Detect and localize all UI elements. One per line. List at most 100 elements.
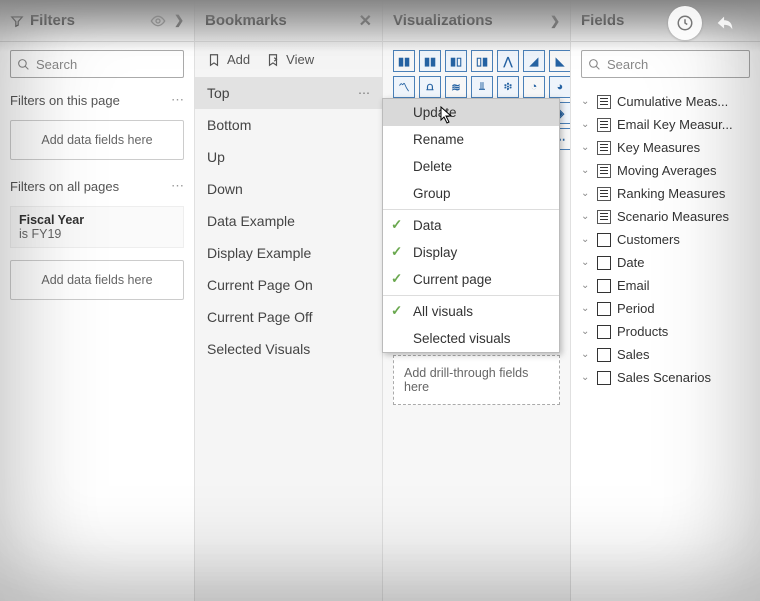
filter-card[interactable]: Fiscal Year is FY19 [10, 206, 184, 248]
field-name: Email Key Measur... [617, 117, 750, 132]
history-icon[interactable] [668, 6, 702, 40]
viz-type-col[interactable]: ▮▮ [419, 50, 441, 72]
viz-type-area[interactable]: ◢ [523, 50, 545, 72]
drill-well[interactable]: Add drill-through fields here [393, 355, 560, 405]
menu-item-label: All visuals [413, 304, 473, 319]
menu-item-selected-visuals[interactable]: Selected visuals [383, 325, 559, 352]
filters-search-input[interactable]: Search [10, 50, 184, 78]
bookmark-item[interactable]: Top⋯ [195, 77, 382, 109]
eye-icon[interactable] [150, 13, 166, 29]
menu-item-display[interactable]: ✓Display [383, 239, 559, 266]
chevron-down-icon: ⌄ [581, 326, 591, 337]
field-name: Cumulative Meas... [617, 94, 750, 109]
measure-group-icon [597, 118, 611, 132]
bookmark-item[interactable]: Down [195, 173, 382, 205]
viz-type-sar[interactable]: ◣ [549, 50, 571, 72]
chevron-down-icon: ⌄ [581, 142, 591, 153]
collapse-icon[interactable]: ❯ [550, 14, 560, 28]
menu-item-update[interactable]: Update [383, 99, 559, 126]
menu-item-all-visuals[interactable]: ✓ All visuals [383, 298, 559, 325]
bookmark-item[interactable]: Current Page On [195, 269, 382, 301]
field-table-row[interactable]: ⌄Period [571, 297, 760, 320]
bookmark-item[interactable]: Current Page Off [195, 301, 382, 333]
filters-this-page-well[interactable]: Add data fields here [10, 120, 184, 160]
viz-title: Visualizations [393, 12, 493, 29]
bookmark-label: Display Example [207, 245, 311, 261]
measure-group-icon [597, 141, 611, 155]
menu-item-label: Delete [413, 159, 452, 174]
viz-type-pie[interactable]: ◔ [523, 76, 545, 98]
field-table-row[interactable]: ⌄Scenario Measures [571, 205, 760, 228]
viz-type-arl[interactable]: ⩍ [419, 76, 441, 98]
more-icon[interactable]: ⋯ [171, 178, 184, 194]
filter-icon [10, 14, 24, 28]
field-name: Moving Averages [617, 163, 750, 178]
bookmark-item[interactable]: Data Example [195, 205, 382, 237]
bookmark-item[interactable]: Up [195, 141, 382, 173]
fields-search-input[interactable]: Search [581, 50, 750, 78]
field-table-row[interactable]: ⌄ Cumulative Meas... [571, 90, 760, 113]
share-icon[interactable] [708, 6, 742, 40]
viz-type-don[interactable]: ◕ [549, 76, 571, 98]
viz-type-lin2[interactable]: 〽 [393, 76, 415, 98]
viz-type-wat[interactable]: ⫫ [471, 76, 493, 98]
viz-type-line[interactable]: ⋀ [497, 50, 519, 72]
menu-item-data[interactable]: ✓Data [383, 212, 559, 239]
chevron-down-icon: ⌄ [581, 119, 591, 130]
bookmark-item[interactable]: Selected Visuals [195, 333, 382, 365]
menu-item-label: Current page [413, 272, 492, 287]
bookmarks-pane: Bookmarks ✕ Add View Top⋯BottomUpDownDat… [195, 0, 383, 601]
bookmarks-view-button[interactable]: View [266, 52, 314, 67]
menu-item-group[interactable]: Group [383, 180, 559, 207]
filters-all-pages-well[interactable]: Add data fields here [10, 260, 184, 300]
table-icon [597, 233, 611, 247]
table-icon [597, 279, 611, 293]
menu-item-rename[interactable]: Rename [383, 126, 559, 153]
field-table-row[interactable]: ⌄Sales [571, 343, 760, 366]
fields-pane: Fields Search ⌄Cumulative Meas...⌄Email … [571, 0, 760, 601]
check-icon: ✓ [391, 303, 402, 319]
field-name: Email [617, 278, 750, 293]
field-table-row[interactable]: ⌄ Date [571, 251, 760, 274]
bookmarks-list: Top⋯BottomUpDownData Example Display Exam… [195, 77, 382, 365]
field-table-row[interactable]: ⌄Sales Scenarios [571, 366, 760, 389]
viz-type-rib[interactable]: ≋ [445, 76, 467, 98]
field-table-row[interactable]: ⌄ Ranking Measures [571, 182, 760, 205]
chevron-down-icon: ⌄ [581, 188, 591, 199]
chevron-down-icon: ⌄ [581, 96, 591, 107]
measure-group-icon [597, 187, 611, 201]
field-table-row[interactable]: ⌄ Key Measures [571, 136, 760, 159]
chevron-down-icon: ⌄ [581, 211, 591, 222]
bookmark-item[interactable]: Bottom [195, 109, 382, 141]
field-name: Key Measures [617, 140, 750, 155]
menu-item-delete[interactable]: Delete [383, 153, 559, 180]
field-name: Date [617, 255, 750, 270]
field-table-row[interactable]: ⌄ Moving Averages [571, 159, 760, 182]
menu-item-label: Update [413, 105, 457, 120]
viz-type-bar[interactable]: ▮▮ [393, 50, 415, 72]
bookmarks-add-button[interactable]: Add [207, 52, 250, 67]
more-icon[interactable]: ⋯ [171, 92, 184, 108]
field-table-row[interactable]: ⌄Products [571, 320, 760, 343]
check-icon: ✓ [391, 271, 402, 287]
more-icon[interactable]: ⋯ [358, 86, 370, 100]
viz-type-sca[interactable]: ፨ [497, 76, 519, 98]
filter-card-value: is FY19 [19, 227, 175, 241]
field-table-row[interactable]: ⌄Email [571, 274, 760, 297]
close-icon[interactable]: ✕ [359, 11, 372, 31]
field-name: Ranking Measures [617, 186, 750, 201]
chevron-down-icon: ⌄ [581, 165, 591, 176]
chevron-down-icon: ⌄ [581, 257, 591, 268]
collapse-icon[interactable]: ❯ [174, 13, 184, 29]
viz-type-sbar[interactable]: ▮▯ [445, 50, 467, 72]
field-table-row[interactable]: ⌄Customers [571, 228, 760, 251]
bookmark-item[interactable]: Display Example [195, 237, 382, 269]
field-name: Sales Scenarios [617, 370, 750, 385]
menu-item-current-page[interactable]: ✓ Current page [383, 266, 559, 293]
bookmark-label: Current Page Off [207, 309, 313, 325]
field-name: Period [617, 301, 750, 316]
menu-item-label: Selected visuals [413, 331, 511, 346]
field-table-row[interactable]: ⌄ Email Key Measur... [571, 113, 760, 136]
viz-type-scol[interactable]: ▯▮ [471, 50, 493, 72]
bookmark-label: Current Page On [207, 277, 313, 293]
